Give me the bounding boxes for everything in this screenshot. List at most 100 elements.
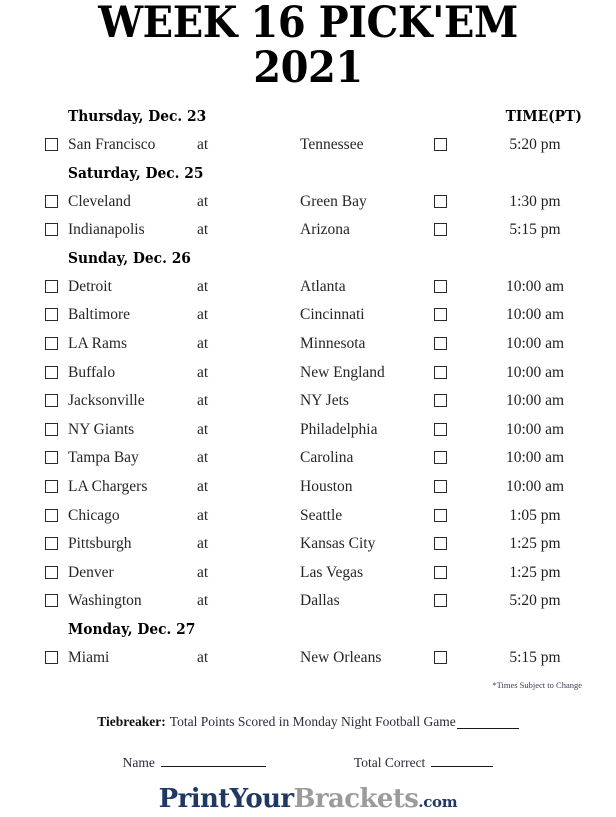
home-pick-checkbox[interactable] — [434, 336, 447, 350]
home-pick-checkbox[interactable] — [434, 308, 447, 322]
home-pick-checkbox[interactable] — [434, 138, 447, 151]
away-pick-checkbox[interactable] — [45, 279, 58, 293]
game-row: San Francisco at Tennessee 5:20 pm — [0, 132, 616, 161]
home-pick-checkbox[interactable] — [434, 365, 447, 379]
home-team-label: Dallas — [300, 592, 340, 610]
away-pick-checkbox[interactable] — [45, 394, 58, 408]
name-input-line[interactable] — [160, 765, 266, 767]
at-label: at — [197, 392, 209, 410]
away-team-label: Detroit — [68, 277, 112, 295]
home-team-label: NY Jets — [300, 392, 349, 410]
game-row: Indianapolis at Arizona 5:15 pm — [0, 217, 616, 246]
logo-part-print-your: PrintYour — [158, 783, 294, 814]
game-row: LA Chargers at Houston 10:00 am — [0, 474, 616, 503]
away-pick-checkbox[interactable] — [45, 650, 58, 664]
game-row: NY Giants at Philadelphia 10:00 am — [0, 417, 616, 446]
home-team-label: Minnesota — [300, 334, 366, 352]
home-team-label: Tennessee — [300, 136, 364, 153]
away-team-label: Pittsburgh — [68, 535, 132, 553]
printyourbrackets-logo[interactable]: PrintYourBrackets.com — [0, 784, 616, 817]
away-pick-checkbox[interactable] — [45, 365, 58, 379]
entry-fields-row: Name Total Correct — [0, 754, 616, 771]
game-row: Buffalo at New England 10:00 am — [0, 360, 616, 389]
tiebreaker-input-line[interactable] — [456, 727, 519, 729]
away-pick-checkbox[interactable] — [45, 223, 58, 237]
away-pick-checkbox[interactable] — [45, 594, 58, 608]
tiebreaker-line: Tiebreaker: Total Points Scored in Monday… — [0, 713, 616, 730]
away-pick-checkbox[interactable] — [45, 565, 58, 579]
home-pick-checkbox[interactable] — [434, 650, 447, 664]
tiebreaker-text: Total Points Scored in Monday Night Foot… — [169, 713, 456, 729]
day-header-row: Thursday, Dec. 23 TIME(PT) — [0, 104, 616, 132]
home-pick-checkbox[interactable] — [434, 479, 447, 493]
at-label: at — [197, 334, 209, 352]
pickem-sheet: Thursday, Dec. 23 TIME(PT) San Francisco… — [0, 104, 616, 674]
away-pick-checkbox[interactable] — [45, 422, 58, 436]
game-time: 10:00 am — [505, 420, 565, 438]
page-title: WEEK 16 PICK'EM 2021 — [0, 0, 616, 90]
at-label: at — [197, 221, 209, 239]
home-team-label: Carolina — [300, 449, 354, 467]
game-time: 5:20 pm — [509, 592, 561, 610]
away-pick-checkbox[interactable] — [45, 508, 58, 522]
game-time: 5:20 pm — [509, 136, 561, 153]
home-pick-checkbox[interactable] — [434, 194, 447, 208]
away-pick-checkbox[interactable] — [45, 479, 58, 493]
game-row: Baltimore at Cincinnati 10:00 am — [0, 302, 616, 331]
home-pick-checkbox[interactable] — [434, 565, 447, 579]
home-pick-checkbox[interactable] — [434, 223, 447, 237]
at-label: at — [197, 449, 209, 467]
away-team-label: Chicago — [68, 506, 120, 524]
home-pick-checkbox[interactable] — [434, 279, 447, 293]
away-pick-checkbox[interactable] — [45, 451, 58, 465]
game-time: 10:00 am — [505, 392, 565, 410]
away-pick-checkbox[interactable] — [45, 537, 58, 551]
away-team-label: NY Giants — [68, 420, 135, 438]
day-header-label: Saturday, Dec. 25 — [68, 163, 204, 182]
day-header-row: Sunday, Dec. 26 — [0, 246, 616, 274]
game-row: Chicago at Seattle 1:05 pm — [0, 503, 616, 532]
game-row: Miami at New Orleans 5:15 pm — [0, 645, 616, 674]
home-pick-checkbox[interactable] — [434, 537, 447, 551]
home-team-label: Cincinnati — [300, 306, 365, 324]
time-column-header: TIME(PT) — [505, 107, 582, 125]
game-time: 1:25 pm — [509, 535, 561, 553]
away-pick-checkbox[interactable] — [45, 138, 58, 151]
name-label: Name — [122, 754, 155, 770]
game-time: 10:00 am — [505, 477, 565, 495]
home-team-label: New Orleans — [300, 648, 382, 666]
home-team-label: Green Bay — [300, 192, 367, 210]
game-row: Denver at Las Vegas 1:25 pm — [0, 560, 616, 589]
away-pick-checkbox[interactable] — [45, 308, 58, 322]
at-label: at — [197, 306, 209, 324]
game-time: 10:00 am — [505, 334, 565, 352]
away-team-label: Cleveland — [68, 192, 131, 210]
game-time: 10:00 am — [505, 363, 565, 381]
total-correct-input-line[interactable] — [431, 765, 494, 767]
tiebreaker-label: Tiebreaker: — [97, 713, 166, 729]
home-team-label: Houston — [300, 477, 353, 495]
away-team-label: Washington — [68, 592, 142, 610]
at-label: at — [197, 277, 209, 295]
home-team-label: New England — [300, 363, 385, 381]
away-team-label: Denver — [68, 563, 114, 581]
day-header-label: Sunday, Dec. 26 — [68, 248, 191, 267]
at-label: at — [197, 563, 209, 581]
away-pick-checkbox[interactable] — [45, 194, 58, 208]
times-subject-to-change-note: *Times Subject to Change — [492, 679, 582, 690]
at-label: at — [197, 477, 209, 495]
away-team-label: LA Chargers — [68, 477, 148, 495]
game-time: 5:15 pm — [509, 221, 561, 239]
away-pick-checkbox[interactable] — [45, 336, 58, 350]
at-label: at — [197, 648, 209, 666]
game-row: Detroit at Atlanta 10:00 am — [0, 274, 616, 303]
home-team-label: Kansas City — [300, 535, 376, 553]
home-pick-checkbox[interactable] — [434, 594, 447, 608]
at-label: at — [197, 363, 209, 381]
home-pick-checkbox[interactable] — [434, 394, 447, 408]
at-label: at — [197, 535, 209, 553]
home-pick-checkbox[interactable] — [434, 451, 447, 465]
home-pick-checkbox[interactable] — [434, 508, 447, 522]
home-pick-checkbox[interactable] — [434, 422, 447, 436]
day-header-label: Monday, Dec. 27 — [68, 619, 196, 638]
